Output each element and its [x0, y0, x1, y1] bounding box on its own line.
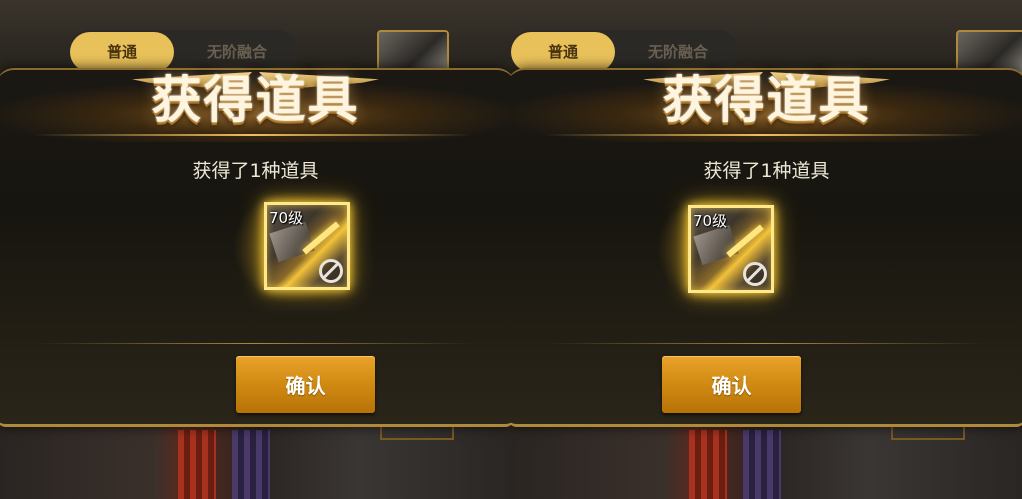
banned-icon — [743, 262, 767, 286]
reward-count-text: 获得了1种道具 — [192, 160, 319, 182]
title-underline — [543, 134, 983, 136]
screenshot-right: 普通 无阶融合 获得道具 获得了1种道具 70级 确认 — [511, 0, 1022, 499]
reward-dialog: 获得道具 获得了1种道具 70级 确认 — [511, 68, 1022, 427]
banned-icon — [319, 259, 343, 283]
item-level-label: 70级 — [693, 212, 728, 230]
background-decoration — [743, 430, 781, 499]
background-bottom-scene — [511, 418, 1022, 499]
dialog-divider — [36, 343, 475, 344]
background-decoration — [689, 430, 727, 499]
dialog-title: 获得道具 — [662, 71, 871, 129]
confirm-button[interactable]: 确认 — [236, 356, 375, 413]
background-decoration — [178, 430, 216, 499]
reward-item-card[interactable]: 70级 — [264, 202, 350, 290]
title-underline — [32, 134, 472, 136]
reward-item-card[interactable]: 70级 — [688, 205, 774, 293]
confirm-button[interactable]: 确认 — [662, 356, 801, 413]
item-level-label: 70级 — [269, 209, 304, 227]
dialog-divider — [547, 343, 986, 344]
screenshot-left: 普通 无阶融合 获得道具 获得了1种道具 70级 确认 — [0, 0, 511, 499]
background-decoration — [380, 426, 454, 440]
reward-count-text: 获得了1种道具 — [703, 160, 830, 182]
reward-dialog: 获得道具 获得了1种道具 70级 确认 — [0, 68, 511, 427]
background-decoration — [232, 430, 270, 499]
dialog-title: 获得道具 — [151, 71, 360, 129]
background-bottom-scene — [0, 418, 511, 499]
background-decoration — [891, 426, 965, 440]
